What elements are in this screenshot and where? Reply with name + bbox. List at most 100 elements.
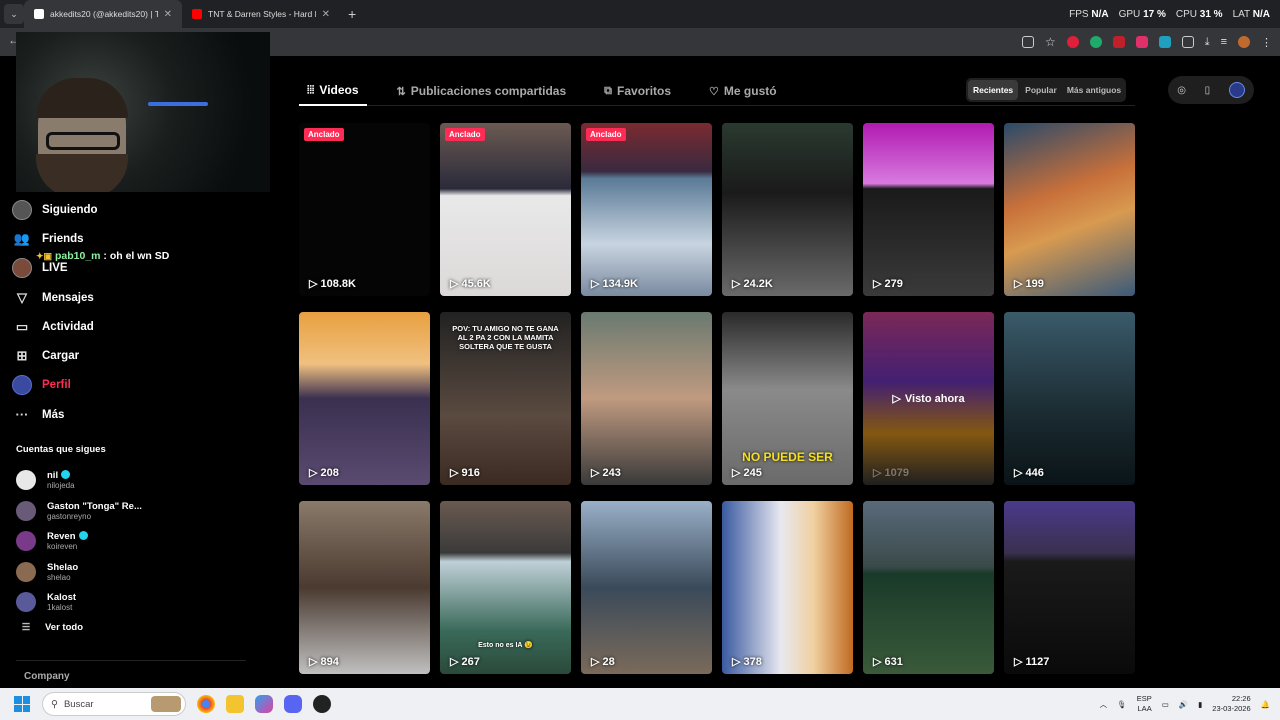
tray-chevron-icon[interactable]: ︿ <box>1100 699 1108 710</box>
sidebar-item-more[interactable]: ··· Más <box>12 400 262 429</box>
following-avatar-icon <box>12 199 32 220</box>
tab-reposts[interactable]: ⇅ Publicaciones compartidas <box>389 76 575 106</box>
see-all-link[interactable]: ☰ Ver todo <box>16 622 256 633</box>
video-card[interactable]: ▷ 1127 <box>1004 501 1135 674</box>
sidebar-item-upload[interactable]: ⊞ Cargar <box>12 341 262 370</box>
video-card[interactable]: ▷ 894 <box>299 501 430 674</box>
sidebar-item-profile[interactable]: Perfil <box>12 371 262 400</box>
extension-pink-icon[interactable] <box>1135 36 1148 48</box>
taskbar-search[interactable]: ⚲ Buscar <box>42 692 186 716</box>
windows-taskbar: ⚲ Buscar <box>0 688 1280 720</box>
tab-favorites[interactable]: ⧉ Favoritos <box>596 76 679 106</box>
new-tab-button[interactable]: + <box>348 6 356 22</box>
webcam-headset-light <box>148 102 208 106</box>
device-icon[interactable]: ▯ <box>1205 85 1211 96</box>
view-count: ▷ 916 <box>450 467 480 479</box>
video-card[interactable]: ▷ 28 <box>581 501 712 674</box>
video-card[interactable]: NO PUEDE SER ▷ 245 <box>722 312 853 485</box>
browser-tab-youtube[interactable]: TNT & Darren Styles - Hard Beat ✕ <box>182 0 340 28</box>
video-card[interactable]: POV: TU AMIGO NO TE GANA AL 2 PA 2 CON L… <box>440 312 571 485</box>
stream-chat-message: ✦▣ pab10_m : oh el wn SD <box>36 250 169 262</box>
play-icon: ▷ <box>450 278 462 290</box>
video-card[interactable]: ▷ 631 <box>863 501 994 674</box>
account-name: Kalost <box>47 592 77 604</box>
sort-popular-button[interactable]: Popular <box>1020 78 1062 102</box>
notification-icon[interactable]: 🔔 <box>1261 700 1270 709</box>
discord-icon[interactable] <box>284 695 302 713</box>
following-account[interactable]: Reven koireven <box>16 526 256 557</box>
video-card[interactable]: ▷ 199 <box>1004 123 1135 296</box>
side-tools: ◎ ▯ <box>1168 76 1254 104</box>
play-icon: ▷ <box>309 278 321 290</box>
avatar-icon[interactable] <box>1228 82 1245 98</box>
play-icon: ▷ <box>309 656 321 668</box>
following-account[interactable]: Gaston "Tonga" Re... gastonreyno <box>16 496 256 527</box>
video-card[interactable]: ▷ 243 <box>581 312 712 485</box>
sidebar-item-messages[interactable]: ▽ Mensajes <box>12 283 262 312</box>
bookmark-star-icon[interactable]: ☆ <box>1045 35 1056 49</box>
clock[interactable]: 22:26 23-03-2026 <box>1212 694 1250 714</box>
install-app-icon[interactable] <box>1021 36 1034 48</box>
following-account[interactable]: Kalost 1kalost <box>16 587 256 618</box>
sidebar-item-following[interactable]: Siguiendo <box>12 195 262 224</box>
video-card[interactable]: ▷ 279 <box>863 123 994 296</box>
view-count: ▷ 1079 <box>873 467 909 479</box>
video-card[interactable]: ▷ 378 <box>722 501 853 674</box>
video-card[interactable]: ▷ 24.2K <box>722 123 853 296</box>
obs-icon[interactable] <box>313 695 331 713</box>
tab-search-icon[interactable]: ⌄ <box>4 4 24 24</box>
network-icon[interactable]: ▭ <box>1162 700 1169 709</box>
browser-tab-tiktok[interactable]: akkedits20 (@akkedits20) | TikTok ✕ <box>24 0 182 28</box>
video-card[interactable]: Anclado ▷ 134.9K <box>581 123 712 296</box>
video-card[interactable]: ▷ 208 <box>299 312 430 485</box>
sort-toggle: Recientes Popular Más antiguos <box>966 78 1127 102</box>
reading-list-icon[interactable]: ≡ <box>1221 36 1227 48</box>
following-account[interactable]: Shelao shelao <box>16 557 256 588</box>
close-tab-icon[interactable]: ✕ <box>322 9 330 20</box>
heart-icon: ♡ <box>709 85 719 98</box>
sort-oldest-button[interactable]: Más antiguos <box>1062 78 1126 102</box>
extension-teal-icon[interactable] <box>1158 36 1171 48</box>
adblock-icon[interactable] <box>1112 36 1125 48</box>
performance-overlay: FPS N/A GPU 17 % CPU 31 % LAT N/A <box>1069 0 1270 28</box>
play-icon: ▷ <box>1014 656 1026 668</box>
video-card[interactable]: Anclado ▷ 45.6K <box>440 123 571 296</box>
microphone-icon[interactable]: 🎙 <box>1117 700 1127 709</box>
language-indicator[interactable]: ESP LAA <box>1137 694 1152 714</box>
extension-green-icon[interactable] <box>1089 36 1102 48</box>
sidebar-nav: Siguiendo 👥 Friends LIVE ▽ Mensajes ▭ Activ… <box>12 195 262 429</box>
sort-recent-button[interactable]: Recientes <box>968 80 1019 100</box>
view-count: ▷ 279 <box>873 278 903 290</box>
extension-red-icon[interactable] <box>1066 36 1079 48</box>
company-link[interactable]: Company <box>24 671 70 682</box>
video-card[interactable]: ▷ 446 <box>1004 312 1135 485</box>
compass-icon[interactable]: ◎ <box>1177 85 1186 96</box>
search-icon: ⚲ <box>51 698 58 710</box>
following-account[interactable]: nil nilojeda <box>16 465 256 496</box>
extensions-puzzle-icon[interactable] <box>1181 36 1194 48</box>
volume-icon[interactable]: 🔊 <box>1179 700 1188 709</box>
close-tab-icon[interactable]: ✕ <box>164 9 172 20</box>
avatar <box>16 531 36 552</box>
chrome-icon[interactable] <box>197 695 215 713</box>
download-icon[interactable]: ⤓ <box>1205 36 1210 49</box>
video-card[interactable]: Anclado ▷ 108.8K <box>299 123 430 296</box>
play-icon: ▷ <box>732 656 744 668</box>
sidebar-item-activity[interactable]: ▭ Actividad <box>12 312 262 341</box>
activity-icon: ▭ <box>15 318 29 334</box>
browser-menu-icon[interactable]: ⋮ <box>1261 36 1272 49</box>
windows-start-icon[interactable] <box>14 696 30 712</box>
file-explorer-icon[interactable] <box>226 695 244 713</box>
tab-liked[interactable]: ♡ Me gustó <box>701 76 785 106</box>
video-card[interactable]: Esto no es IA 😉 ▷ 267 <box>440 501 571 674</box>
profile-avatar-icon[interactable] <box>1238 36 1250 48</box>
copilot-icon[interactable] <box>255 695 273 713</box>
account-handle: koireven <box>47 542 78 552</box>
list-icon: ☰ <box>21 621 31 633</box>
video-card[interactable]: ▷ Visto ahora ▷ 1079 <box>863 312 994 485</box>
battery-icon[interactable]: ▮ <box>1198 700 1202 709</box>
play-icon: ▷ <box>732 278 744 290</box>
play-icon: ▷ <box>591 467 603 479</box>
cpu-readout: CPU 31 % <box>1175 8 1223 20</box>
tab-videos[interactable]: ⦙⦙⦙ Videos <box>299 76 367 106</box>
